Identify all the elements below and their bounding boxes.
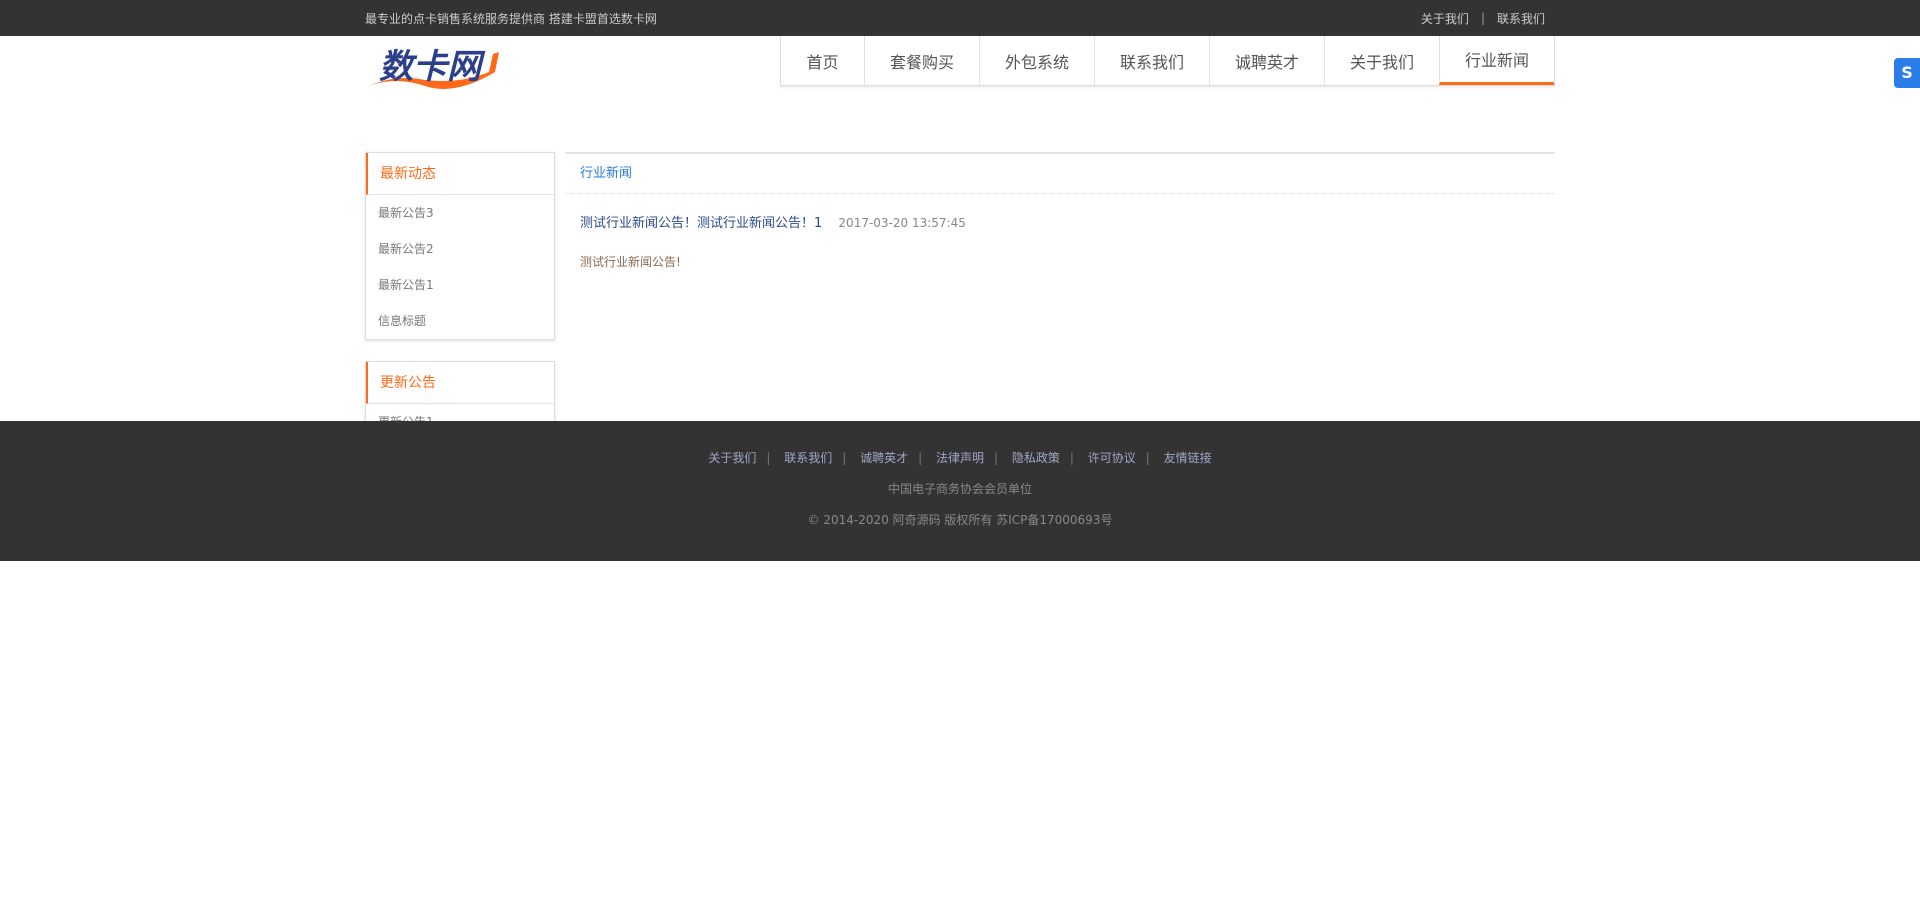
slogan: 最专业的点卡销售系统服务提供商 搭建卡盟首选数卡网 <box>365 11 657 26</box>
breadcrumb[interactable]: 行业新闻 <box>565 154 1555 194</box>
nav-careers[interactable]: 诚聘英才 <box>1209 36 1324 85</box>
top-bar: 最专业的点卡销售系统服务提供商 搭建卡盟首选数卡网 关于我们 | 联系我们 <box>0 0 1920 36</box>
copyright: © 2014-2020 阿奇源码 版权所有 苏ICP备17000693号 <box>807 513 1113 527</box>
nav-contact[interactable]: 联系我们 <box>1094 36 1209 85</box>
footer-link[interactable]: 友情链接 <box>1164 451 1212 465</box>
news-title[interactable]: 测试行业新闻公告！测试行业新闻公告！1 <box>580 216 822 231</box>
floating-s-icon[interactable]: S <box>1894 58 1920 88</box>
footer-link[interactable]: 关于我们 <box>708 451 756 465</box>
footer-link[interactable]: 法律声明 <box>936 451 984 465</box>
footer-link[interactable]: 联系我们 <box>784 451 832 465</box>
divider: | <box>1480 11 1485 25</box>
top-link-about[interactable]: 关于我们 <box>1421 10 1469 27</box>
logo[interactable]: 数卡网 <box>365 42 505 89</box>
box-title: 更新公告 <box>366 362 554 404</box>
nav-industry-news[interactable]: 行业新闻 <box>1439 36 1554 85</box>
nav-home[interactable]: 首页 <box>781 36 864 85</box>
nav-outsourcing[interactable]: 外包系统 <box>979 36 1094 85</box>
footer-link[interactable]: 许可协议 <box>1088 451 1136 465</box>
list-item[interactable]: 最新公告1 <box>366 267 554 303</box>
top-link-contact[interactable]: 联系我们 <box>1497 10 1545 27</box>
box-title: 最新动态 <box>366 153 554 195</box>
list-item[interactable]: 最新公告2 <box>366 231 554 267</box>
news-date: 2017-03-20 13:57:45 <box>838 216 966 230</box>
news-article: 测试行业新闻公告！测试行业新闻公告！1 2017-03-20 13:57:45 … <box>565 194 1555 270</box>
nav-about[interactable]: 关于我们 <box>1324 36 1439 85</box>
member-text: 中国电子商务协会会员单位 <box>887 482 1032 496</box>
footer: 关于我们 | 联系我们 | 诚聘英才 | 法律声明 | 隐私政策 | 许可协议 | 友情链接… <box>0 421 1920 561</box>
list-item[interactable]: 信息标题 <box>366 303 554 339</box>
news-body: 测试行业新闻公告! <box>580 255 681 269</box>
footer-link[interactable]: 隐私政策 <box>1012 451 1060 465</box>
header: 数卡网 首页 套餐购买 外包系统 联系我们 诚聘英才 关于我们 行业新闻 <box>0 36 1920 122</box>
footer-link[interactable]: 诚聘英才 <box>860 451 908 465</box>
svg-text:数卡网: 数卡网 <box>379 47 486 87</box>
main-nav: 首页 套餐购买 外包系统 联系我们 诚聘英才 关于我们 行业新闻 <box>780 36 1555 86</box>
list-item[interactable]: 最新公告3 <box>366 195 554 231</box>
nav-packages[interactable]: 套餐购买 <box>864 36 979 85</box>
latest-news-box: 最新动态 最新公告3 最新公告2 最新公告1 信息标题 <box>365 152 555 340</box>
